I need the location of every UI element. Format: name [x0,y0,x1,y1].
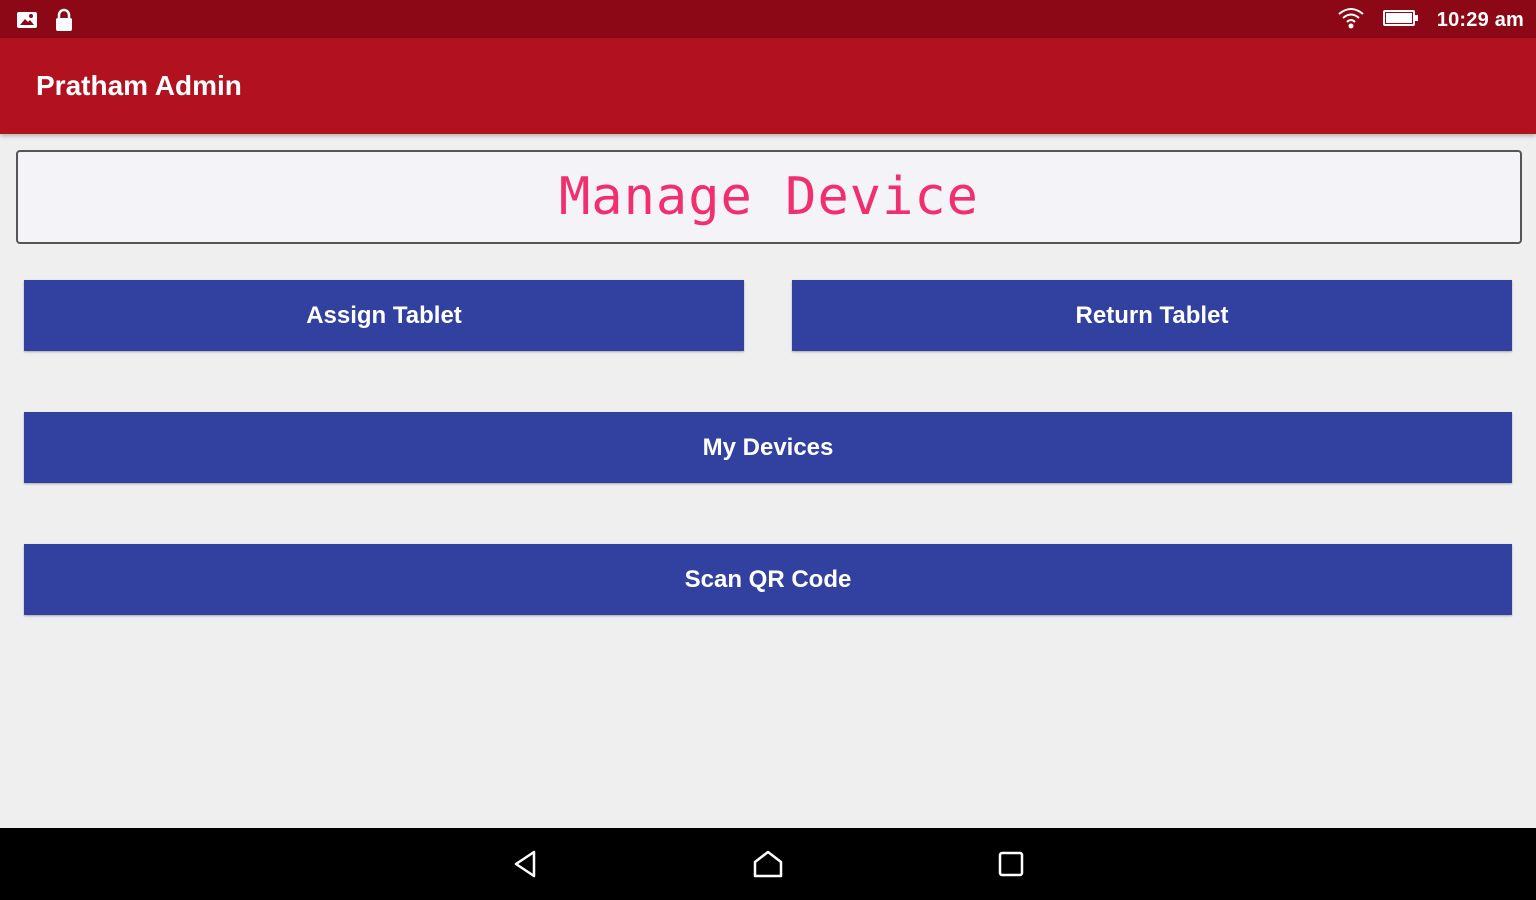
status-bar: 10:29 am [0,0,1536,38]
return-tablet-button[interactable]: Return Tablet [792,280,1512,351]
wifi-icon [1337,6,1365,35]
assign-tablet-label: Assign Tablet [306,301,462,329]
back-icon[interactable] [508,846,544,882]
app-title: Pratham Admin [36,70,242,101]
scan-qr-code-label: Scan QR Code [684,565,852,593]
navigation-bar [0,828,1536,900]
gallery-icon [16,10,38,35]
battery-icon [1382,8,1419,33]
page-title: Manage Device [559,167,979,227]
my-devices-label: My Devices [702,433,834,461]
manage-device-header: Manage Device [16,150,1522,244]
lock-icon [54,8,74,37]
my-devices-button[interactable]: My Devices [24,412,1512,483]
home-icon[interactable] [750,846,786,882]
status-left-icons [16,8,74,37]
recents-icon[interactable] [993,846,1029,882]
status-right-icons: 10:29 am [1337,6,1524,35]
return-tablet-label: Return Tablet [1075,301,1229,329]
scan-qr-code-button[interactable]: Scan QR Code [24,544,1512,615]
status-time: 10:29 am [1436,9,1524,31]
assign-tablet-button[interactable]: Assign Tablet [24,280,744,351]
app-bar: Pratham Admin [0,38,1536,134]
